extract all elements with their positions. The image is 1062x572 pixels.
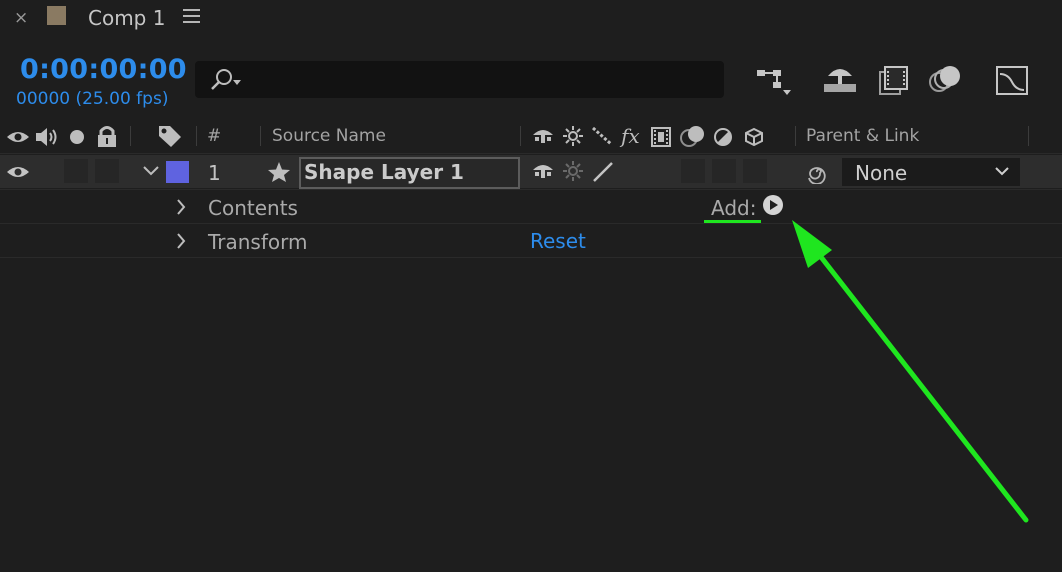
annotation-arrow — [792, 220, 1029, 523]
adjustment-layer-switch[interactable] — [712, 159, 736, 183]
number-column-header[interactable]: # — [207, 126, 221, 146]
frame-count-display: 00000 (25.00 fps) — [16, 89, 169, 109]
transform-expand-chevron-icon[interactable] — [175, 232, 187, 250]
column-divider — [520, 126, 521, 146]
composition-flowchart-icon[interactable] — [755, 62, 793, 98]
solo-icon[interactable] — [68, 128, 86, 146]
column-divider — [260, 126, 261, 146]
lock-icon[interactable] — [96, 124, 118, 148]
close-tab-icon[interactable]: × — [14, 8, 28, 28]
label-tag-icon[interactable] — [157, 124, 183, 148]
graph-editor-icon[interactable] — [994, 62, 1032, 98]
transform-reset-link[interactable]: Reset — [530, 229, 586, 253]
layer-name: Shape Layer 1 — [304, 160, 464, 184]
layer-shy-switch-icon[interactable] — [531, 160, 555, 182]
search-icon — [211, 69, 241, 90]
column-divider — [1028, 126, 1029, 146]
solo-switch[interactable] — [64, 159, 88, 183]
layer-collapse-switch-icon[interactable] — [563, 161, 583, 181]
lock-switch[interactable] — [95, 159, 119, 183]
collapse-icon[interactable] — [563, 126, 583, 146]
parent-pick-whip-icon[interactable] — [804, 160, 830, 184]
motion-blur-icon[interactable] — [680, 124, 706, 148]
current-time-display[interactable]: 0:00:00:00 — [20, 54, 187, 85]
eye-icon[interactable] — [6, 127, 30, 147]
adjustment-layer-icon[interactable] — [713, 127, 733, 147]
expand-layer-chevron-icon[interactable] — [142, 164, 160, 178]
shy-icon[interactable] — [531, 125, 555, 147]
comp-color-swatch — [47, 6, 66, 25]
column-divider — [130, 126, 131, 146]
layer-number: 1 — [208, 161, 221, 185]
source-name-column-header[interactable]: Source Name — [272, 126, 386, 146]
3d-layer-icon[interactable] — [744, 127, 764, 147]
transform-property[interactable]: Transform — [208, 230, 307, 254]
chevron-down-icon[interactable] — [994, 165, 1010, 177]
layer-quality-switch-icon[interactable] — [591, 160, 615, 184]
parent-dropdown-value: None — [855, 161, 908, 185]
panel-menu-icon[interactable] — [183, 9, 200, 23]
frame-blending-icon[interactable] — [876, 62, 914, 98]
quality-icon[interactable] — [591, 126, 613, 146]
motion-blur-switch[interactable] — [681, 159, 705, 183]
motion-blur-icon[interactable] — [927, 62, 965, 98]
svg-text:fx: fx — [619, 124, 640, 148]
parent-link-column-header[interactable]: Parent & Link — [806, 126, 919, 146]
draft-3d-icon[interactable] — [822, 62, 860, 98]
audio-icon[interactable] — [34, 126, 60, 148]
layer-visibility-eye-icon[interactable] — [6, 162, 30, 182]
frame-blend-icon[interactable] — [650, 126, 672, 148]
shape-layer-star-icon — [268, 162, 290, 182]
column-divider — [196, 126, 197, 146]
layer-search-input[interactable] — [195, 61, 724, 98]
3d-layer-switch[interactable] — [743, 159, 767, 183]
column-divider — [795, 126, 796, 146]
comp-tab-title[interactable]: Comp 1 — [88, 6, 165, 30]
add-label: Add: — [711, 196, 757, 220]
fx-icon[interactable]: fx — [619, 123, 645, 149]
contents-property[interactable]: Contents — [208, 196, 298, 220]
contents-expand-chevron-icon[interactable] — [175, 198, 187, 216]
layer-label-color[interactable] — [166, 161, 189, 183]
